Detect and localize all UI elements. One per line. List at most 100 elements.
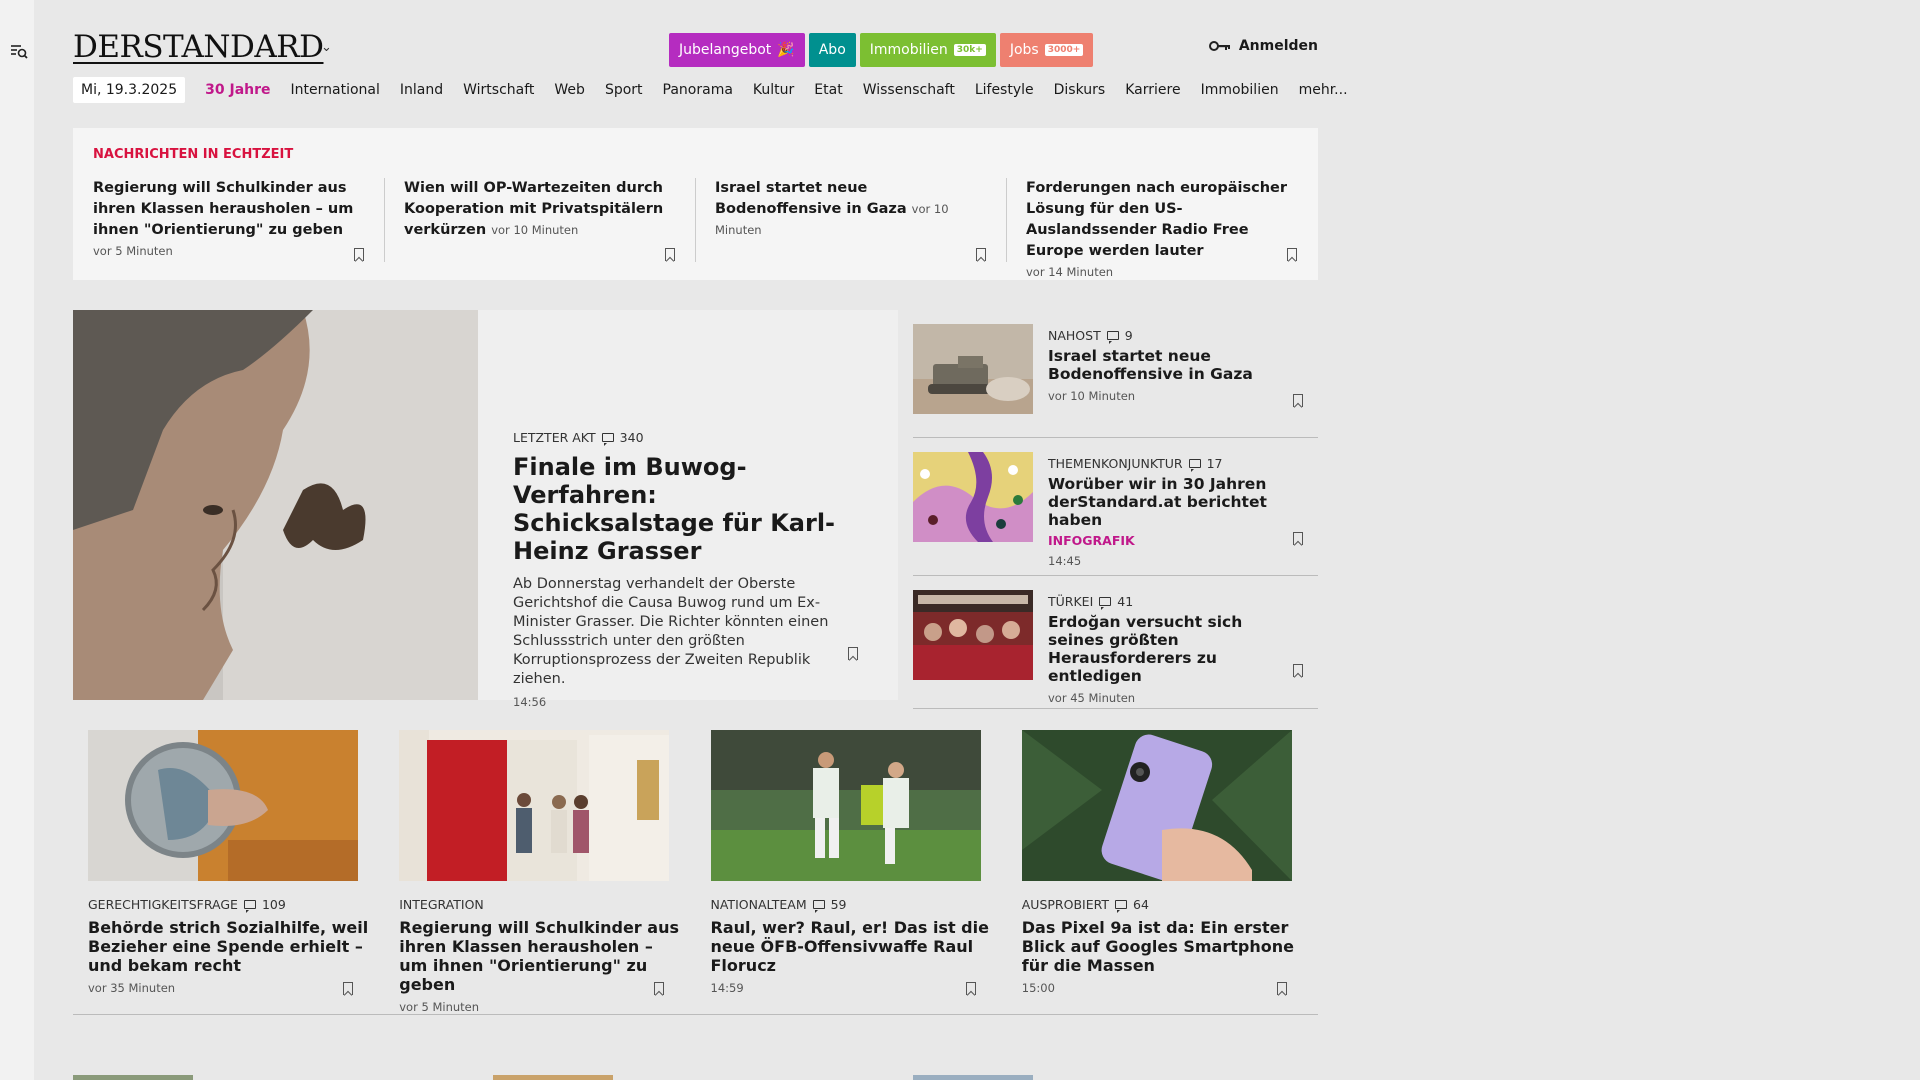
bookmark-icon[interactable] [965, 982, 976, 995]
side-article[interactable]: TÜRKEI 41 Erdoğan versucht sich seines g… [913, 576, 1318, 709]
bookmark-icon[interactable] [343, 982, 353, 995]
live-item[interactable]: Israel startet neue Bodenoffensive in Ga… [695, 178, 1006, 262]
live-item[interactable]: Forderungen nach europäischer Lösung für… [1006, 178, 1317, 279]
article-image[interactable] [913, 590, 1033, 680]
live-item-time: vor 14 Minuten [1026, 265, 1114, 279]
kicker-label: TÜRKEI [1048, 594, 1094, 609]
hero-image[interactable] [73, 310, 478, 700]
live-item-time: vor 10 Minuten [491, 223, 579, 237]
article-card[interactable]: GERECHTIGKEITSFRAGE 109 Behörde strich S… [73, 730, 385, 1015]
site-logo[interactable]: DERSTANDARD [73, 30, 324, 64]
nav-item-30-jahre[interactable]: 30 Jahre [205, 82, 270, 98]
article-card[interactable]: INTEGRATION Regierung will Schulkinder a… [384, 730, 696, 1015]
nav-item-karriere[interactable]: Karriere [1125, 82, 1180, 98]
article-image[interactable] [88, 730, 358, 881]
bookmark-icon[interactable] [354, 248, 364, 261]
article-image[interactable] [1021, 730, 1292, 881]
live-item[interactable]: Regierung will Schulkinder aus ihren Kla… [73, 178, 384, 262]
live-item-time: vor 5 Minuten [93, 244, 173, 258]
kicker-label: LETZTER AKT [513, 430, 596, 445]
hero-article[interactable]: LETZTER AKT 340 Finale im Buwog-Verfahre… [73, 310, 898, 709]
comment-count: 340 [619, 430, 644, 445]
bookmark-icon[interactable] [1276, 982, 1287, 995]
nav-item-wirtschaft[interactable]: Wirtschaft [463, 82, 534, 98]
promo-jobs[interactable]: Jobs 3000+ [999, 33, 1094, 67]
bookmark-icon[interactable] [848, 647, 858, 660]
promo-immobilien[interactable]: Immobilien 30k+ [859, 33, 996, 67]
side-kicker: NAHOST 9 [1048, 328, 1298, 344]
article-image[interactable] [710, 730, 981, 881]
bookmark-icon[interactable] [1293, 394, 1303, 407]
hero-lead: Ab Donnerstag verhandelt der Oberste Ger… [513, 576, 829, 687]
side-title[interactable]: Erdoğan versucht sich seines größten Her… [1048, 613, 1298, 685]
article-grid: GERECHTIGKEITSFRAGE 109 Behörde strich S… [73, 730, 1318, 1015]
hero-text: LETZTER AKT 340 Finale im Buwog-Verfahre… [513, 430, 863, 709]
card-title[interactable]: Regierung will Schulkinder aus ihren Kla… [399, 918, 680, 994]
card-time: vor 5 Minuten [399, 1000, 480, 1014]
nav-item-web[interactable]: Web [554, 82, 585, 98]
chevron-down-icon[interactable]: ⌄ [321, 40, 332, 55]
nav-item-diskurs[interactable]: Diskurs [1054, 82, 1106, 98]
card-title[interactable]: Das Pixel 9a ist da: Ein erster Blick au… [1022, 918, 1303, 975]
promo-abo[interactable]: Abo [808, 33, 856, 67]
comment-icon [1099, 597, 1112, 610]
bookmark-icon[interactable] [1293, 664, 1303, 677]
nav-item-wissenschaft[interactable]: Wissenschaft [863, 82, 955, 98]
nav-item-lifestyle[interactable]: Lifestyle [975, 82, 1034, 98]
bookmark-icon[interactable] [1293, 532, 1303, 545]
article-image[interactable] [913, 452, 1033, 542]
hero-title[interactable]: Finale im Buwog-Verfahren: Schicksalstag… [513, 453, 863, 565]
kicker-label: AUSPROBIERT [1021, 897, 1110, 912]
comment-count: 17 [1206, 456, 1223, 471]
nav-item-etat[interactable]: Etat [814, 82, 842, 98]
bookmark-icon[interactable] [654, 982, 665, 995]
card-time: vor 35 Minuten [88, 981, 176, 995]
key-icon [1208, 41, 1230, 51]
promo-label: Abo [818, 42, 846, 58]
card-title[interactable]: Raul, wer? Raul, er! Das ist die neue ÖF… [711, 918, 992, 975]
menu-search-icon[interactable] [9, 42, 29, 62]
comment-icon [601, 433, 614, 446]
article-card[interactable]: NATIONALTEAM 59 Raul, wer? Raul, er! Das… [695, 730, 1007, 1015]
article-image[interactable] [399, 730, 670, 881]
nav-item-immobilien[interactable]: Immobilien [1201, 82, 1279, 98]
promo-tag: 3000+ [1044, 44, 1084, 56]
side-time: 14:45 [1048, 554, 1082, 568]
comment-icon [1188, 459, 1201, 472]
article-image-partial[interactable] [493, 1075, 613, 1080]
card-time: 15:00 [1021, 981, 1055, 995]
live-item[interactable]: Wien will OP-Wartezeiten durch Kooperati… [384, 178, 695, 262]
card-kicker: NATIONALTEAM 59 [711, 897, 992, 913]
comment-icon [812, 900, 825, 913]
promo-bar: Jubelangebot 🎉 Abo Immobilien 30k+ Jobs … [669, 33, 1094, 67]
nav-item-kultur[interactable]: Kultur [753, 82, 794, 98]
article-image-partial[interactable] [73, 1075, 193, 1080]
kicker-label: NAHOST [1048, 328, 1101, 343]
nav-item-more[interactable]: mehr... [1299, 82, 1348, 98]
side-article[interactable]: THEMENKONJUNKTUR 17 Worüber wir in 30 Ja… [913, 438, 1318, 576]
nav-item-inland[interactable]: Inland [400, 82, 443, 98]
bookmark-icon[interactable] [1287, 248, 1297, 261]
bookmark-icon[interactable] [665, 248, 675, 261]
side-title[interactable]: Israel startet neue Bodenoffensive in Ga… [1048, 347, 1298, 383]
card-title[interactable]: Behörde strich Sozialhilfe, weil Beziehe… [88, 918, 369, 975]
live-ticker: NACHRICHTEN IN ECHTZEIT Regierung will S… [73, 128, 1318, 280]
promo-jubelangebot[interactable]: Jubelangebot 🎉 [669, 33, 805, 67]
side-article[interactable]: NAHOST 9 Israel startet neue Bodenoffens… [913, 310, 1318, 438]
login-button[interactable]: Anmelden [1208, 38, 1318, 54]
comment-icon [1106, 331, 1119, 344]
article-card[interactable]: AUSPROBIERT 64 Das Pixel 9a ist da: Ein … [1006, 730, 1318, 1015]
article-image[interactable] [913, 324, 1033, 414]
nav-item-international[interactable]: International [291, 82, 380, 98]
header: DERSTANDARD ⌄ Jubelangebot 🎉 Abo Immobil… [73, 30, 1318, 70]
bookmark-icon[interactable] [976, 248, 986, 261]
side-kicker: TÜRKEI 41 [1048, 594, 1298, 610]
side-title[interactable]: Worüber wir in 30 Jahren derStandard.at … [1048, 475, 1298, 529]
comment-count: 59 [830, 897, 847, 912]
hero-time: 14:56 [513, 695, 547, 709]
live-item-title: Israel startet neue Bodenoffensive in Ga… [715, 180, 907, 217]
nav-item-sport[interactable]: Sport [605, 82, 643, 98]
article-image-partial[interactable] [913, 1075, 1033, 1080]
kicker-label: INTEGRATION [399, 897, 484, 912]
nav-item-panorama[interactable]: Panorama [663, 82, 733, 98]
